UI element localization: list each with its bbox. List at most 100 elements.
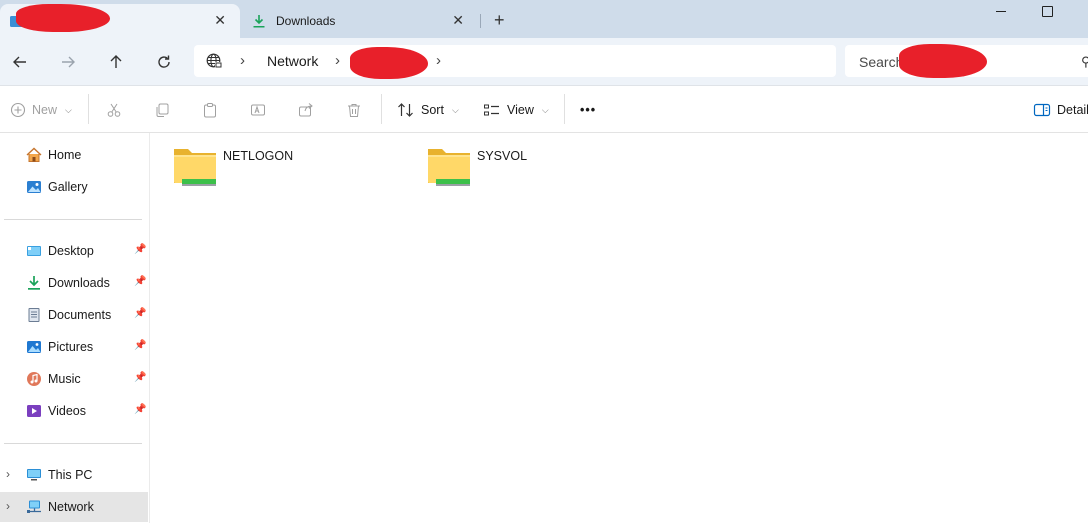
paste-button[interactable]: [202, 100, 218, 120]
view-list-icon: [484, 104, 499, 116]
view-button[interactable]: View ⌵: [483, 100, 549, 120]
download-icon: [26, 275, 42, 291]
copy-button[interactable]: [154, 100, 170, 120]
title-bar: ✕ Downloads ✕ +: [0, 0, 1088, 38]
new-button[interactable]: New ⌵: [10, 100, 72, 120]
rename-icon: [251, 104, 265, 116]
close-icon[interactable]: ✕: [214, 12, 226, 29]
sidebar-item-music[interactable]: Music 📌: [0, 364, 150, 394]
redacted-tab-title: [16, 4, 110, 32]
sort-icon: [398, 103, 413, 117]
sidebar-item-documents[interactable]: Documents 📌: [0, 300, 150, 330]
address-bar[interactable]: › Network › ›: [194, 45, 836, 79]
sidebar-item-label: Pictures: [48, 340, 94, 354]
pin-icon[interactable]: 📌: [134, 372, 146, 383]
maximize-button[interactable]: [1042, 6, 1053, 17]
search-box[interactable]: Search ⚲: [845, 44, 1088, 78]
see-more-button[interactable]: •••: [580, 100, 596, 120]
search-placeholder: Search: [859, 54, 904, 70]
document-icon: [26, 307, 42, 323]
chevron-right-icon[interactable]: ›: [6, 467, 10, 481]
cut-button[interactable]: [106, 100, 122, 120]
tab-active[interactable]: ✕: [0, 4, 240, 38]
sidebar-item-label: Desktop: [48, 244, 94, 258]
share-button[interactable]: [298, 100, 314, 120]
details-pane-button[interactable]: Details: [1033, 100, 1088, 120]
pictures-icon: [26, 339, 42, 355]
view-label: View: [507, 103, 534, 117]
network-globe-icon: [206, 53, 222, 69]
more-icon: •••: [580, 103, 597, 117]
redacted-search-scope: [899, 44, 987, 78]
chevron-right-icon[interactable]: ›: [335, 52, 340, 69]
sidebar-item-desktop[interactable]: Desktop 📌: [0, 236, 150, 266]
delete-button[interactable]: [346, 100, 362, 120]
sidebar-divider: [4, 443, 142, 444]
download-icon: [252, 14, 266, 28]
home-icon: [26, 147, 42, 163]
sidebar-item-gallery[interactable]: Gallery: [0, 172, 150, 202]
close-icon[interactable]: ✕: [452, 12, 464, 29]
refresh-button[interactable]: [152, 50, 176, 74]
sidebar-divider: [4, 219, 142, 220]
music-icon: [26, 371, 42, 387]
divider: [564, 94, 565, 124]
command-bar: New ⌵ Sort ⌵ View ⌵ ••• Details: [0, 86, 1088, 133]
navigation-pane: Home Gallery Desktop 📌 Downloads 📌 Docum…: [0, 133, 150, 523]
rename-button[interactable]: [250, 100, 266, 120]
arrow-left-icon: [13, 56, 26, 68]
folder-name: NETLOGON: [223, 149, 294, 163]
share-icon: [299, 103, 313, 117]
sidebar-item-label: Home: [48, 148, 82, 162]
videos-icon: [26, 403, 42, 419]
details-pane-icon: [1033, 103, 1051, 117]
tab-label: Downloads: [276, 14, 336, 28]
pin-icon[interactable]: 📌: [134, 404, 146, 415]
chevron-down-icon: ⌵: [451, 104, 459, 115]
tab-downloads[interactable]: Downloads ✕: [242, 4, 478, 38]
clipboard-icon: [204, 103, 216, 118]
pin-icon[interactable]: 📌: [134, 276, 146, 287]
minimize-button[interactable]: [996, 11, 1006, 12]
chevron-right-icon[interactable]: ›: [6, 499, 10, 513]
sidebar-item-label: This PC: [48, 468, 93, 482]
chevron-right-icon[interactable]: ›: [436, 52, 441, 69]
sidebar-item-label: Downloads: [48, 276, 110, 290]
copy-icon: [156, 103, 169, 117]
back-button[interactable]: [8, 50, 32, 74]
sidebar-item-videos[interactable]: Videos 📌: [0, 396, 150, 426]
network-icon: [26, 499, 42, 515]
sidebar-item-label: Videos: [48, 404, 86, 418]
tab-divider: [480, 14, 481, 28]
arrow-right-icon: [62, 56, 75, 68]
sidebar-item-label: Documents: [48, 308, 112, 322]
pin-icon[interactable]: 📌: [134, 244, 146, 255]
search-icon[interactable]: ⚲: [1081, 54, 1088, 70]
forward-button[interactable]: [56, 50, 80, 74]
new-tab-button[interactable]: +: [494, 10, 505, 31]
details-label: Details: [1057, 103, 1088, 117]
sidebar-item-pictures[interactable]: Pictures 📌: [0, 332, 150, 362]
chevron-down-icon: ⌵: [541, 104, 549, 115]
pin-icon[interactable]: 📌: [134, 340, 146, 351]
up-button[interactable]: [104, 50, 128, 74]
desktop-icon: [26, 243, 42, 259]
sidebar-item-network[interactable]: › Network: [0, 492, 148, 522]
chevron-right-icon[interactable]: ›: [240, 52, 245, 69]
file-list[interactable]: NETLOGON SYSVOL: [151, 133, 1088, 523]
sidebar-item-downloads[interactable]: Downloads 📌: [0, 268, 150, 298]
sidebar-item-label: Music: [48, 372, 81, 386]
sidebar-item-this-pc[interactable]: › This PC: [0, 460, 150, 490]
new-label: New: [32, 103, 58, 117]
plus-circle-icon: [10, 102, 26, 118]
scissors-icon: [107, 103, 121, 117]
pin-icon[interactable]: 📌: [134, 308, 146, 319]
sort-label: Sort: [421, 103, 444, 117]
divider: [88, 94, 89, 124]
sort-button[interactable]: Sort ⌵: [397, 100, 459, 120]
breadcrumb-network[interactable]: Network: [267, 53, 318, 69]
sidebar-item-label: Gallery: [48, 180, 88, 194]
sidebar-item-label: Network: [48, 500, 94, 514]
refresh-icon: [158, 55, 170, 68]
sidebar-item-home[interactable]: Home: [0, 140, 150, 170]
